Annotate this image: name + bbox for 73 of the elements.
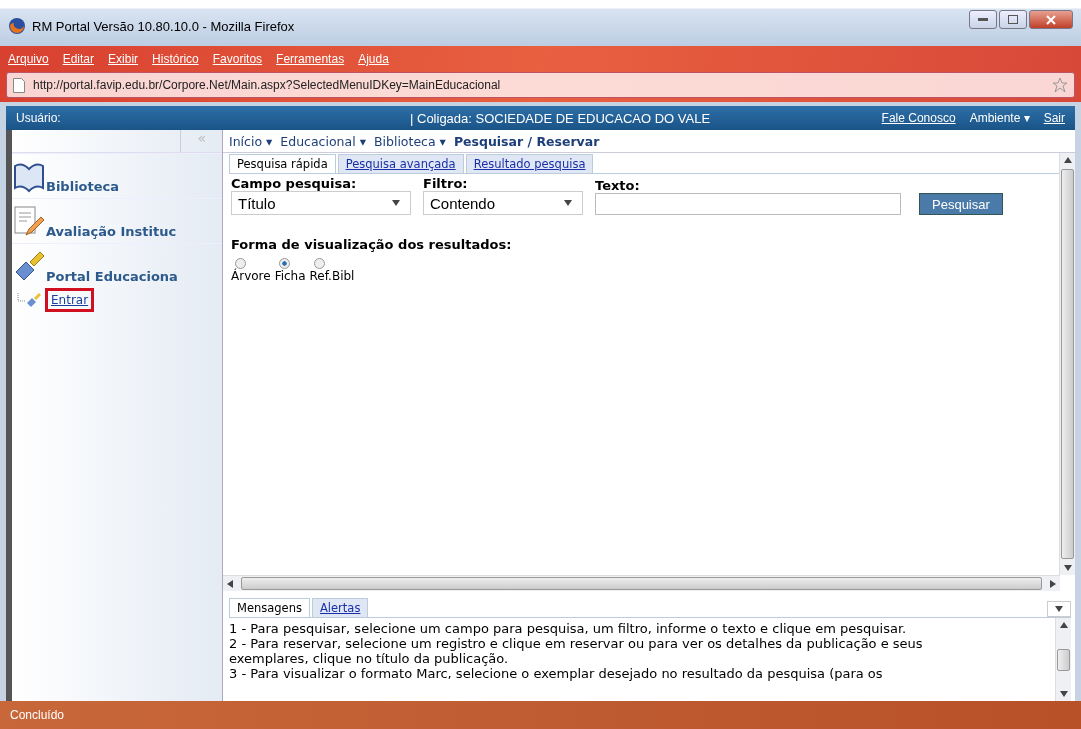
minimize-button[interactable]	[969, 10, 997, 29]
contact-link[interactable]: Fale Conosco	[881, 111, 956, 125]
caret-icon[interactable]	[564, 200, 572, 206]
logout-link[interactable]: Sair	[1043, 111, 1065, 125]
horizontal-scrollbar[interactable]	[223, 575, 1060, 591]
scroll-right-icon[interactable]	[1050, 579, 1056, 588]
window-title: RM Portal Versão 10.80.10.0 - Mozilla Firefox	[32, 18, 296, 34]
tab[interactable]: Mensagens	[229, 598, 310, 617]
browser-logo-icon	[8, 17, 26, 35]
close-button[interactable]	[1029, 10, 1073, 29]
breadcrumb-item[interactable]: Biblioteca ▾	[373, 133, 446, 149]
sidebar-item[interactable]: Portal Educaciona	[12, 243, 222, 288]
breadcrumb-item: Pesquisar / Reservar	[453, 133, 600, 149]
filter-label: Filtro:	[423, 176, 469, 191]
menu-item[interactable]: Exibir	[108, 52, 139, 66]
view-label: Forma de visualização dos resultados:	[231, 237, 513, 252]
field-label: Campo pesquisa:	[231, 176, 358, 191]
address-bar[interactable]: http://portal.favip.edu.br/Corpore.Net/Main.aspx?SelectedMenuIDKey=MainEducacional	[6, 72, 1075, 98]
search-button[interactable]: Pesquisar	[919, 193, 1003, 215]
sidebar-item[interactable]: Biblioteca	[12, 153, 222, 198]
radio-button[interactable]	[313, 258, 325, 269]
menu-item[interactable]: Favoritos	[212, 52, 263, 66]
page-icon	[13, 77, 25, 93]
tab[interactable]: Resultado pesquisa	[465, 154, 594, 173]
minimize-icon	[978, 17, 988, 22]
maximize-icon	[1008, 15, 1018, 24]
user-label: Usuário:	[16, 111, 62, 125]
company-label: | Coligada: SOCIEDADE DE EDUCACAO DO VALE	[410, 110, 712, 126]
option-label: Árvore	[231, 269, 271, 283]
tab[interactable]: Pesquisa avançada	[337, 154, 464, 173]
maximize-button[interactable]	[999, 10, 1027, 29]
scroll-up-icon[interactable]	[1059, 622, 1068, 628]
tab[interactable]: Pesquisa rápida	[229, 154, 336, 173]
text-input[interactable]	[595, 193, 901, 215]
radio-button[interactable]	[235, 258, 246, 269]
field-dropdown[interactable]: Título	[231, 191, 411, 215]
message-text: 1 - Para pesquisar, selecione um campo para pesquisa, um filtro, informe o texto e clique em pesquisar.	[229, 621, 908, 636]
scroll-thumb[interactable]	[1061, 169, 1074, 559]
menu-item[interactable]: Histórico	[152, 52, 199, 66]
status-text: Concluído	[10, 708, 65, 722]
breadcrumb-item[interactable]: Início ▾	[229, 133, 273, 149]
option-label: Ref.Bibl	[309, 269, 355, 283]
breadcrumb-item[interactable]: Educacional ▾	[280, 133, 366, 149]
text-label: Texto:	[595, 178, 641, 193]
caret-icon[interactable]	[392, 200, 400, 206]
radio-button[interactable]	[278, 258, 290, 269]
scroll-left-icon[interactable]	[227, 579, 233, 588]
environment-menu[interactable]: Ambiente ▾	[969, 111, 1030, 125]
document-pencil-icon	[12, 205, 46, 239]
menu-item[interactable]: Ajuda	[358, 52, 389, 66]
scroll-down-icon[interactable]	[1063, 565, 1072, 571]
close-icon	[1046, 14, 1056, 25]
scroll-up-icon[interactable]	[1063, 157, 1072, 163]
message-text: 3 - Para visualizar o formato Marc, selecione o exemplar desejado no resultado da pesquisa (para os	[229, 666, 884, 681]
filter-dropdown[interactable]: Contendo	[423, 191, 583, 215]
url-text: http://portal.favip.edu.br/Corpore.Net/Main.aspx?SelectedMenuIDKey=MainEducacional	[33, 78, 502, 92]
tab[interactable]: Alertas	[312, 598, 369, 617]
menu-item[interactable]: Arquivo	[8, 52, 49, 66]
scroll-thumb[interactable]	[241, 577, 1042, 590]
vertical-scrollbar[interactable]	[1059, 153, 1075, 575]
scroll-thumb[interactable]	[1057, 648, 1070, 671]
option-label: Ficha	[274, 269, 306, 283]
message-text: 2 - Para reservar, selecione um registro e clique em reservar ou para ver os detalhes da publicação e seus exemplares, clique no título da publicação.	[229, 636, 924, 666]
dropdown-button[interactable]	[1047, 601, 1071, 617]
caret-icon[interactable]	[1055, 606, 1063, 612]
vertical-scrollbar[interactable]	[1055, 618, 1071, 701]
tree-brush-icon	[16, 293, 42, 307]
star-icon[interactable]	[1052, 77, 1068, 93]
scroll-down-icon[interactable]	[1059, 691, 1068, 697]
login-link[interactable]: Entrar	[45, 288, 95, 312]
menu-item[interactable]: Ferramentas	[276, 52, 345, 66]
sidebar-item[interactable]: Avaliação Instituc	[12, 198, 222, 243]
menu-item[interactable]: Editar	[62, 52, 95, 66]
